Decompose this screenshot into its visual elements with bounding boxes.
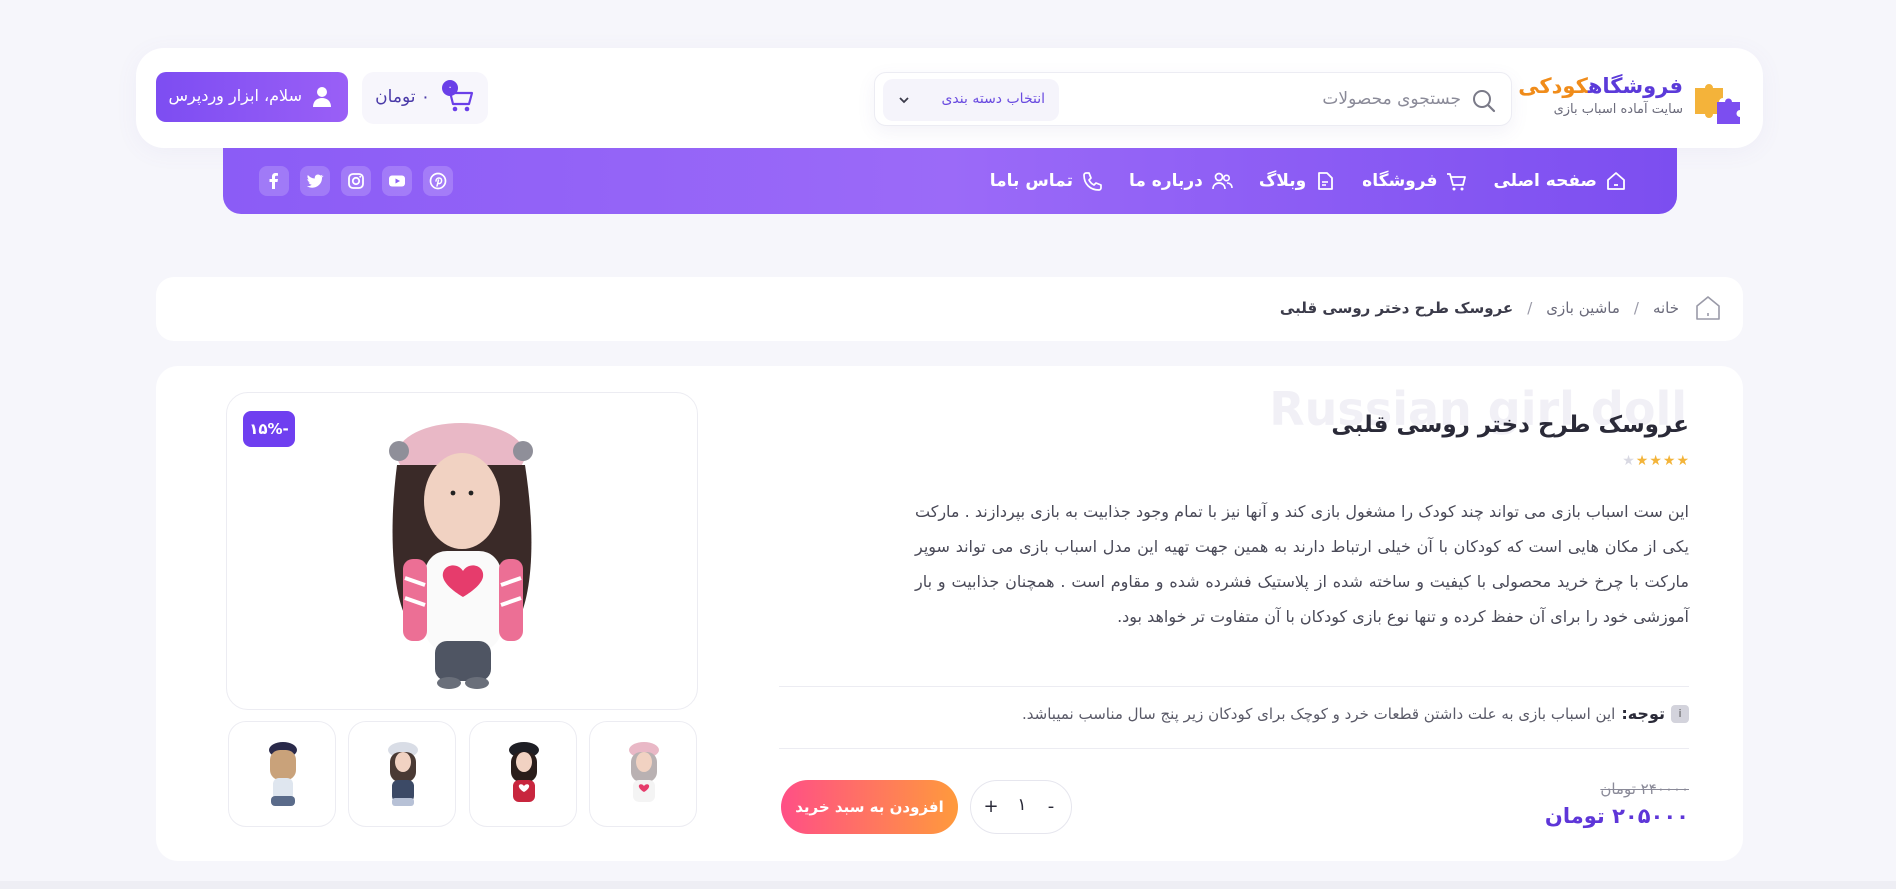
note-label: توجه: [1621, 704, 1665, 723]
thumbnail-3[interactable] [348, 721, 456, 827]
product-main-image[interactable]: -۱۵% [226, 392, 698, 710]
info-icon: i [1671, 704, 1689, 723]
social-facebook[interactable] [259, 166, 289, 196]
category-select-label: انتخاب دسته بندی [941, 91, 1045, 107]
thumbnail-4[interactable] [228, 721, 336, 827]
doll-thumbnail [509, 742, 539, 802]
youtube-icon [389, 175, 405, 187]
nav-menu: صفحه اصلی فروشگاه وبلاگ درباره ما تماس ب… [990, 148, 1627, 214]
cart-count-badge: ۰ [442, 80, 458, 96]
social-twitter[interactable] [300, 166, 330, 196]
social-youtube[interactable] [382, 166, 412, 196]
breadcrumb-item-home[interactable]: خانه [1653, 299, 1679, 317]
pinterest-icon [429, 172, 447, 190]
doll-image [389, 423, 533, 689]
search-input[interactable] [1161, 81, 1461, 117]
instagram-icon [348, 173, 364, 189]
page-bottom-divider [0, 881, 1896, 889]
star-icon: ★ [1649, 453, 1662, 469]
star-icon: ★ [1662, 453, 1676, 469]
cart-total: ۰ تومان [375, 87, 430, 107]
site-header: فروشگاهکودکی سایت آماده اسباب بازی انتخا… [136, 48, 1763, 148]
product-thumbnails [228, 721, 697, 827]
social-instagram[interactable] [341, 166, 371, 196]
note-text: این اسباب بازی به علت داشتن قطعات خرد و … [1022, 704, 1616, 723]
divider [779, 748, 1689, 749]
breadcrumb-item-category[interactable]: ماشین بازی [1546, 299, 1620, 317]
logo-subtitle: سایت آماده اسباب بازی [1553, 102, 1683, 117]
logo-title: فروشگاهکودکی [1518, 74, 1683, 98]
quantity-increase-button[interactable]: + [979, 795, 1003, 819]
main-navigation: صفحه اصلی فروشگاه وبلاگ درباره ما تماس ب… [223, 148, 1677, 214]
cart-icon [1447, 173, 1467, 191]
product-note: i توجه: این اسباب بازی به علت داشتن قطعا… [1022, 704, 1689, 723]
breadcrumb-separator: / [1633, 299, 1639, 317]
old-price: ۲۴۰۰۰۰ تومان [1600, 780, 1689, 798]
logo-title-main: فروشگاه [1587, 74, 1683, 98]
doll-thumbnail [269, 742, 297, 806]
category-select[interactable]: انتخاب دسته بندی [883, 79, 1059, 121]
twitter-icon [306, 174, 324, 188]
user-icon [313, 87, 331, 107]
document-icon [1318, 172, 1334, 190]
product-card: Russian girl doll عروسک طرح دختر روسی قل… [156, 366, 1743, 861]
nav-item-blog[interactable]: وبلاگ [1259, 170, 1336, 192]
breadcrumb-item-current: عروسک طرح دختر روسی قلبی [1279, 299, 1514, 317]
product-rating: ★ ★ ★ ★ ★ [1622, 454, 1689, 468]
chevron-down-icon [899, 97, 909, 104]
nav-item-shop[interactable]: فروشگاه [1362, 170, 1467, 192]
social-links [259, 166, 453, 196]
add-to-cart-button[interactable]: افزودن به سبد خرید [781, 780, 958, 834]
thumbnail-1[interactable] [589, 721, 697, 827]
mini-cart[interactable]: ۰ ۰ تومان [362, 72, 488, 124]
quantity-stepper: - ۱ + [970, 780, 1072, 834]
quantity-value[interactable]: ۱ [1009, 795, 1035, 815]
discount-badge: -۱۵% [243, 411, 295, 447]
facebook-icon [269, 173, 278, 189]
product-description: این ست اسباب بازی می تواند چند کودک را م… [915, 502, 1689, 626]
doll-thumbnail [629, 742, 659, 802]
star-icon: ★ [1635, 453, 1649, 469]
nav-item-contact[interactable]: تماس باما [990, 170, 1103, 192]
breadcrumb: خانه / ماشین بازی / عروسک طرح دختر روسی … [156, 277, 1743, 341]
account-button-label: سلام، ابزار وردپرس [168, 86, 302, 105]
account-button[interactable]: سلام، ابزار وردپرس [156, 72, 348, 122]
nav-item-label: صفحه اصلی [1493, 171, 1597, 191]
site-logo[interactable]: فروشگاهکودکی سایت آماده اسباب بازی [1518, 72, 1743, 128]
star-icon: ★ [1676, 453, 1689, 469]
puzzle-logo-icon [1695, 84, 1740, 124]
search-icon[interactable] [1471, 87, 1497, 113]
logo-title-accent: کودکی [1518, 74, 1588, 98]
doll-thumbnail [388, 742, 418, 806]
divider [779, 686, 1689, 687]
home-icon [1607, 172, 1625, 190]
sale-price: ۲۰۵۰۰۰ تومان [1544, 804, 1689, 828]
phone-icon [1083, 172, 1102, 191]
users-icon [1212, 172, 1233, 190]
search-box: انتخاب دسته بندی [874, 72, 1512, 126]
star-half-icon: ★ [1622, 453, 1635, 469]
social-pinterest[interactable] [423, 166, 453, 196]
product-title: عروسک طرح دختر روسی قلبی [1331, 412, 1689, 438]
nav-item-label: فروشگاه [1362, 171, 1438, 191]
quantity-decrease-button[interactable]: - [1039, 795, 1063, 819]
breadcrumb-separator: / [1527, 299, 1533, 317]
nav-item-label: وبلاگ [1258, 171, 1307, 191]
home-icon[interactable] [1693, 293, 1723, 323]
nav-item-about[interactable]: درباره ما [1129, 170, 1233, 192]
breadcrumb-list: خانه / ماشین بازی / عروسک طرح دختر روسی … [1280, 293, 1723, 323]
nav-item-label: درباره ما [1128, 171, 1203, 191]
thumbnail-2[interactable] [469, 721, 577, 827]
nav-item-label: تماس باما [989, 171, 1073, 191]
nav-item-home[interactable]: صفحه اصلی [1493, 170, 1627, 192]
